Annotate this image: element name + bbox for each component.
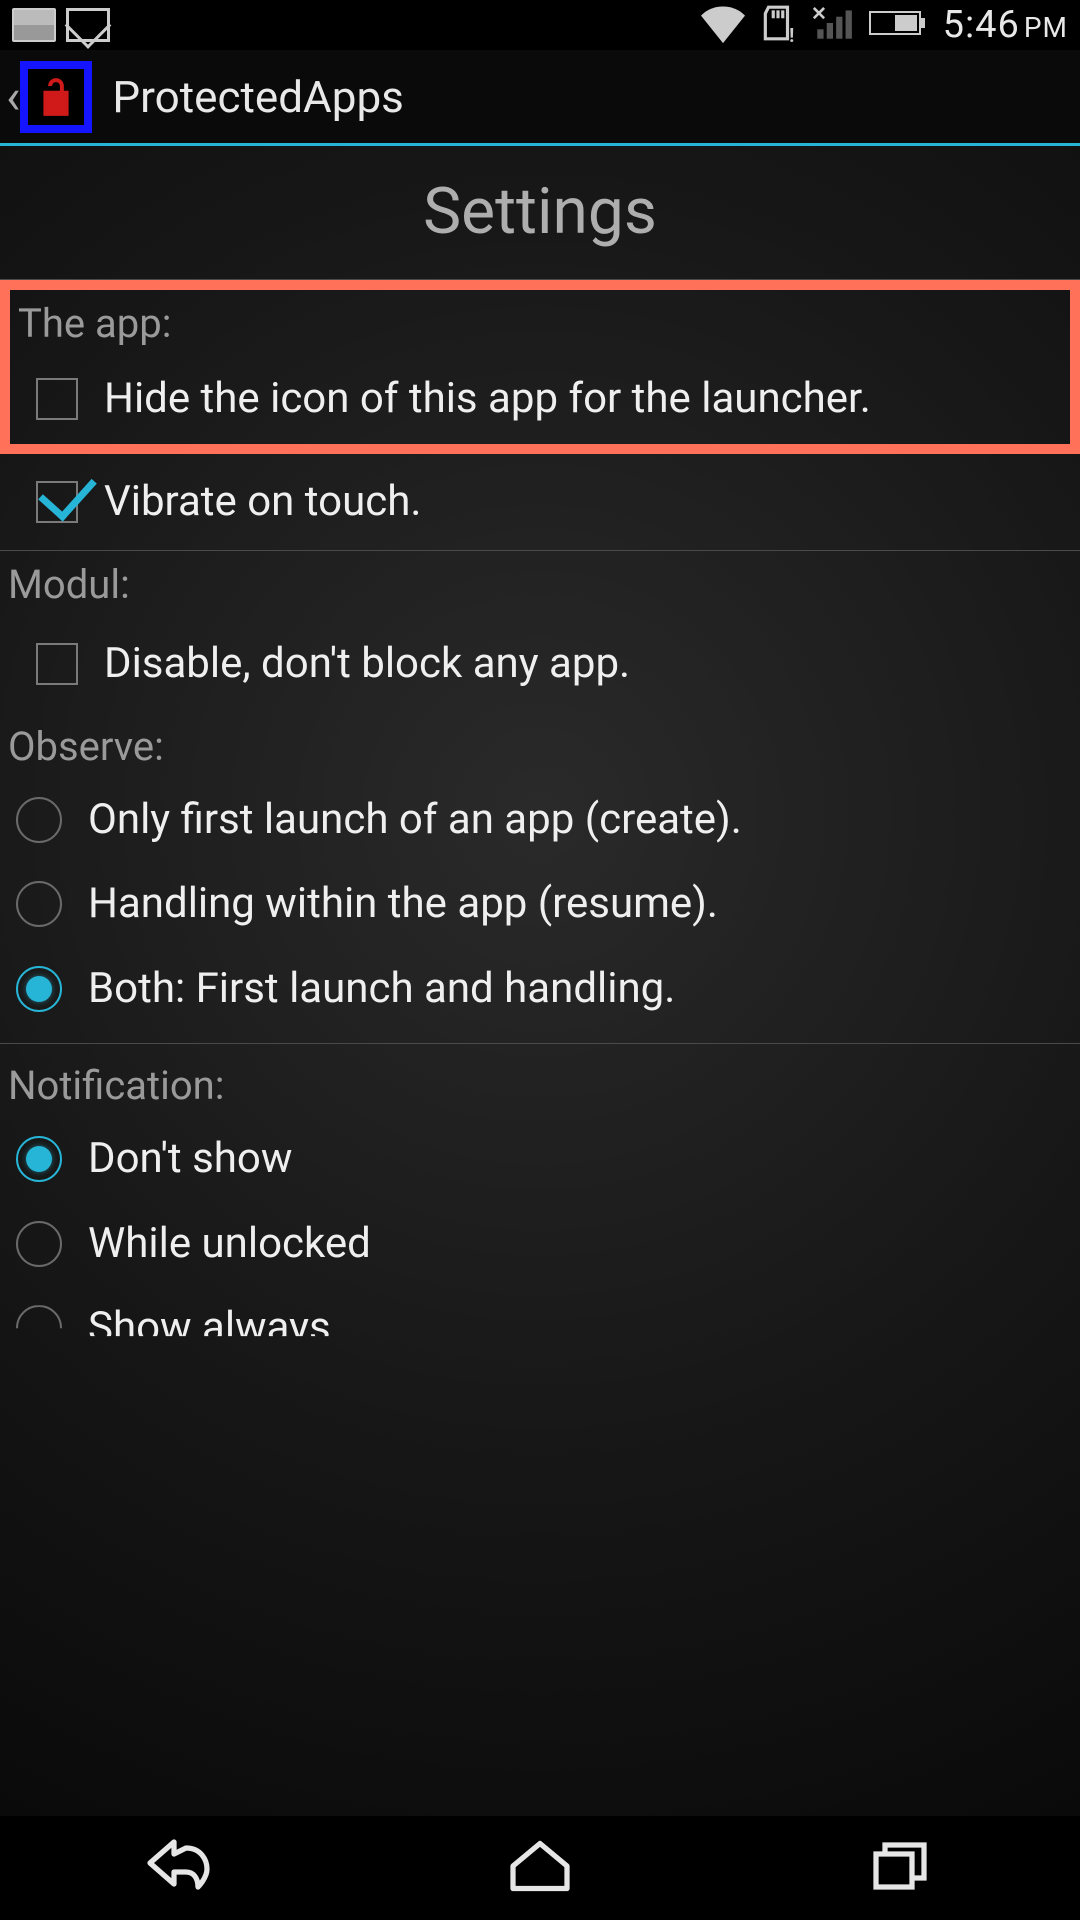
svg-text:!: ! (789, 24, 794, 42)
option-label: Handling within the app (resume). (88, 878, 718, 931)
app-logo (20, 61, 92, 133)
option-label: Show always (88, 1302, 331, 1355)
option-label: Both: First launch and handling. (88, 963, 675, 1016)
status-time: 5:46PM (943, 3, 1068, 47)
option-label: Hide the icon of this app for the launch… (104, 373, 871, 426)
option-label: While unlocked (88, 1218, 371, 1271)
wifi-icon (701, 1, 745, 49)
radio-icon[interactable] (16, 1136, 62, 1182)
highlight-hide-icon-option: The app: Hide the icon of this app for t… (0, 280, 1080, 454)
option-disable-block[interactable]: Disable, don't block any app. (0, 616, 1080, 713)
status-right: ! ✕ 5:46PM (701, 1, 1068, 49)
radio-icon[interactable] (16, 1221, 62, 1267)
radio-icon[interactable] (16, 881, 62, 927)
recent-nav-icon[interactable] (864, 1838, 936, 1898)
radio-icon[interactable] (16, 797, 62, 843)
option-hide-icon[interactable]: Hide the icon of this app for the launch… (10, 355, 1070, 444)
battery-icon (869, 8, 929, 42)
checkbox-icon[interactable] (36, 378, 78, 420)
page-title: Settings (0, 146, 1080, 279)
back-nav-icon[interactable] (144, 1838, 216, 1898)
section-label-app: The app: (10, 290, 1070, 355)
signal-icon: ✕ (811, 4, 855, 46)
observe-option-both[interactable]: Both: First launch and handling. (0, 947, 1080, 1032)
svg-text:✕: ✕ (811, 4, 827, 25)
option-label: Only first launch of an app (create). (88, 794, 742, 847)
option-label: Don't show (88, 1133, 292, 1186)
option-vibrate[interactable]: Vibrate on touch. (0, 454, 1080, 551)
notification-option-show-always[interactable]: Show always (0, 1286, 1080, 1355)
checkbox-icon[interactable] (36, 481, 78, 523)
action-bar[interactable]: ‹ ProtectedApps (0, 50, 1080, 146)
radio-icon[interactable] (16, 1305, 62, 1351)
checkbox-icon[interactable] (36, 643, 78, 685)
section-label-modul: Modul: (0, 551, 1080, 616)
settings-content: Settings The app: Hide the icon of this … (0, 146, 1080, 1816)
back-icon[interactable]: ‹ (6, 73, 20, 121)
status-left (12, 8, 110, 42)
home-nav-icon[interactable] (504, 1838, 576, 1898)
option-label: Disable, don't block any app. (104, 638, 630, 691)
notification-icon (12, 8, 56, 42)
unlock-icon (36, 75, 76, 119)
observe-option-create[interactable]: Only first launch of an app (create). (0, 778, 1080, 863)
status-bar: ! ✕ 5:46PM (0, 0, 1080, 50)
observe-option-resume[interactable]: Handling within the app (resume). (0, 862, 1080, 947)
section-label-notification: Notification: (0, 1044, 1080, 1117)
navigation-bar (0, 1816, 1080, 1920)
app-title: ProtectedApps (112, 71, 403, 123)
option-label: Vibrate on touch. (104, 476, 421, 529)
sd-card-icon: ! (759, 4, 797, 46)
radio-icon[interactable] (16, 966, 62, 1012)
notification-option-while-unlocked[interactable]: While unlocked (0, 1202, 1080, 1287)
notification-option-dont-show[interactable]: Don't show (0, 1117, 1080, 1202)
gmail-icon (66, 8, 110, 42)
section-label-observe: Observe: (0, 713, 1080, 778)
